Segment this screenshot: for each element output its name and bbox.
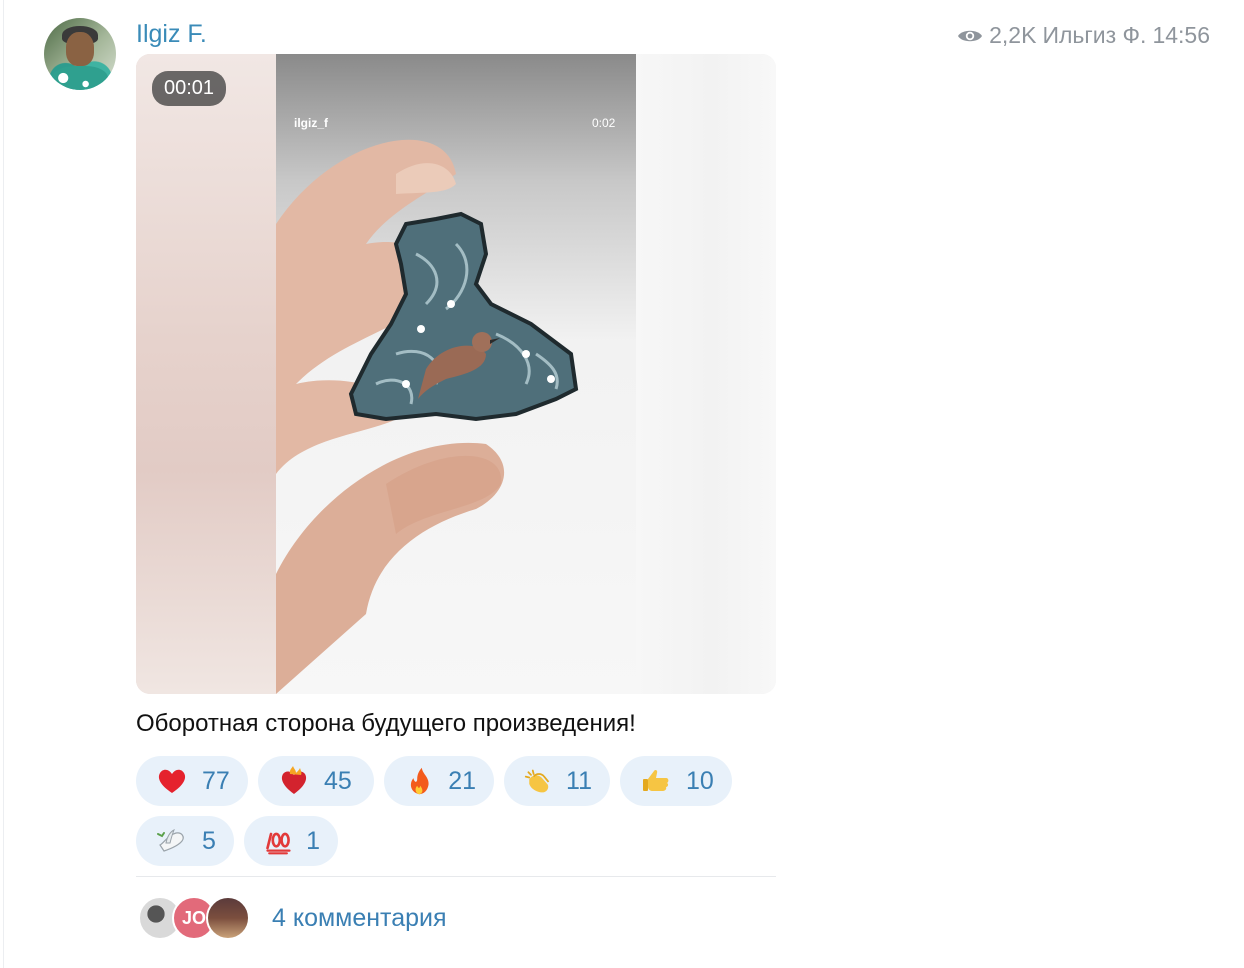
left-rail bbox=[0, 0, 4, 968]
fire-icon bbox=[410, 767, 429, 795]
embedded-duration: 0:02 bbox=[592, 116, 616, 130]
heart-on-fire-icon bbox=[281, 766, 307, 794]
reaction-count: 45 bbox=[324, 766, 352, 795]
view-count: 2,2K bbox=[989, 22, 1037, 48]
reaction-count: 77 bbox=[202, 766, 230, 795]
reaction-red-heart[interactable]: 77 bbox=[136, 756, 248, 806]
post-caption: Оборотная сторона будущего произведения! bbox=[136, 710, 636, 737]
reaction-count: 1 bbox=[306, 826, 320, 855]
reaction-count: 21 bbox=[448, 766, 476, 795]
eye-icon bbox=[958, 30, 983, 41]
commenter-avatar bbox=[206, 896, 250, 940]
reaction-count: 10 bbox=[686, 766, 714, 795]
author-name[interactable]: Ilgiz F. bbox=[136, 20, 207, 49]
comments-divider bbox=[136, 876, 776, 877]
comments-link[interactable]: 4 комментария bbox=[272, 904, 447, 933]
reaction-clapping-hands[interactable]: 11 bbox=[504, 756, 610, 806]
blurred-right-panel bbox=[636, 54, 776, 694]
video-player[interactable]: 00:01 ilgiz_f 0:02 bbox=[136, 54, 776, 694]
video-timecode: 00:01 bbox=[152, 71, 227, 106]
dove-icon bbox=[157, 828, 184, 852]
post-signature: Ильгиз Ф. bbox=[1042, 22, 1147, 48]
reaction-dove[interactable]: 5 bbox=[136, 816, 234, 866]
author-avatar[interactable] bbox=[44, 18, 116, 90]
reaction-count: 11 bbox=[566, 766, 592, 795]
thumbs-up-icon bbox=[643, 769, 669, 791]
reaction-fire[interactable]: 21 bbox=[384, 756, 494, 806]
blurred-left-panel bbox=[136, 54, 276, 694]
post-time: 14:56 bbox=[1152, 22, 1210, 48]
reaction-count: 5 bbox=[202, 826, 216, 855]
red-heart-icon bbox=[158, 769, 186, 793]
avatar-shirt bbox=[52, 66, 108, 90]
video-frame bbox=[276, 54, 636, 694]
clapping-hands-icon bbox=[524, 769, 550, 793]
reaction-hundred-points[interactable]: 1 bbox=[244, 816, 338, 866]
video-content-illustration bbox=[276, 139, 579, 694]
hundred-points-icon bbox=[266, 832, 291, 855]
embedded-username: ilgiz_f bbox=[294, 116, 329, 130]
reaction-heart-on-fire[interactable]: 45 bbox=[258, 756, 374, 806]
post-meta: 2,2K Ильгиз Ф. 14:56 bbox=[957, 22, 1210, 49]
reaction-thumbs-up[interactable]: 10 bbox=[620, 756, 732, 806]
avatar-face bbox=[66, 32, 94, 66]
commenter-avatars[interactable]: JO bbox=[138, 896, 258, 940]
